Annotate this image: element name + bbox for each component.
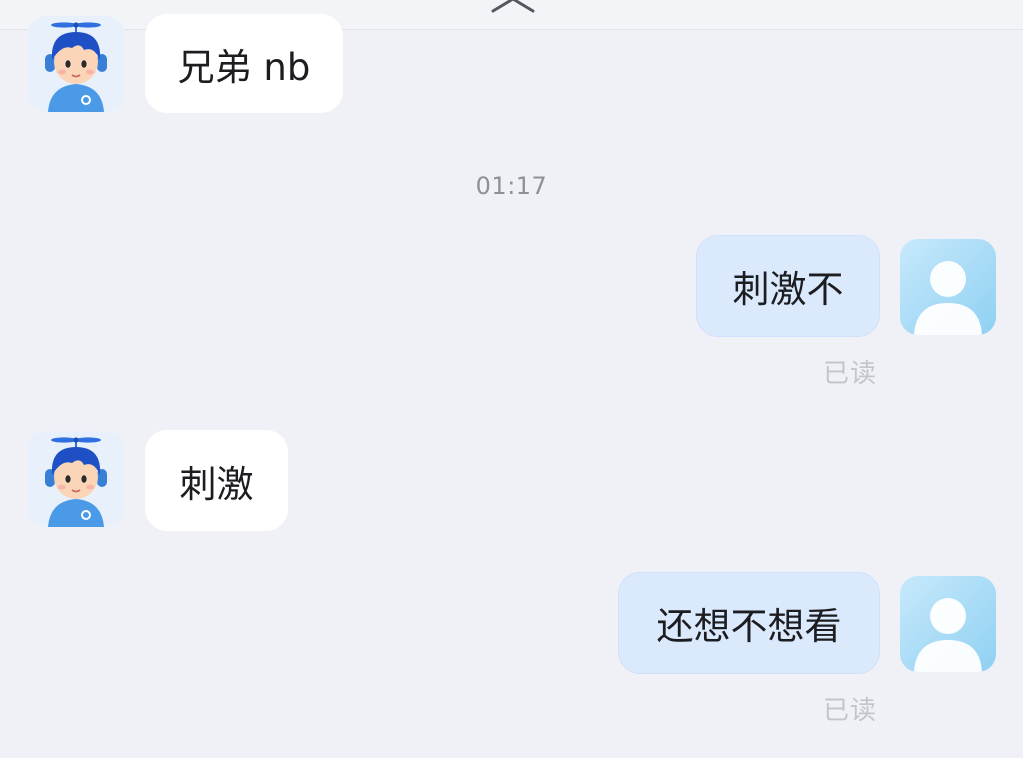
- outgoing-message-bubble[interactable]: 还想不想看: [618, 572, 880, 674]
- robot-boy-avatar-icon: [28, 431, 124, 527]
- my-avatar[interactable]: [900, 576, 996, 672]
- default-user-avatar-icon: [900, 576, 996, 672]
- outgoing-message-bubble[interactable]: 刺激不: [696, 235, 880, 337]
- robot-boy-avatar-icon: [28, 16, 124, 112]
- incoming-message-bubble[interactable]: 刺激: [145, 430, 288, 531]
- read-status: 已读: [823, 359, 878, 389]
- read-status: 已读: [823, 696, 878, 726]
- default-user-avatar-icon: [900, 239, 996, 335]
- message-timestamp: 01:17: [475, 172, 548, 200]
- chevron-up-icon[interactable]: [490, 0, 536, 14]
- contact-avatar[interactable]: [28, 431, 124, 527]
- incoming-message-bubble[interactable]: 兄弟 nb: [145, 14, 343, 113]
- contact-avatar[interactable]: [28, 16, 124, 112]
- my-avatar[interactable]: [900, 239, 996, 335]
